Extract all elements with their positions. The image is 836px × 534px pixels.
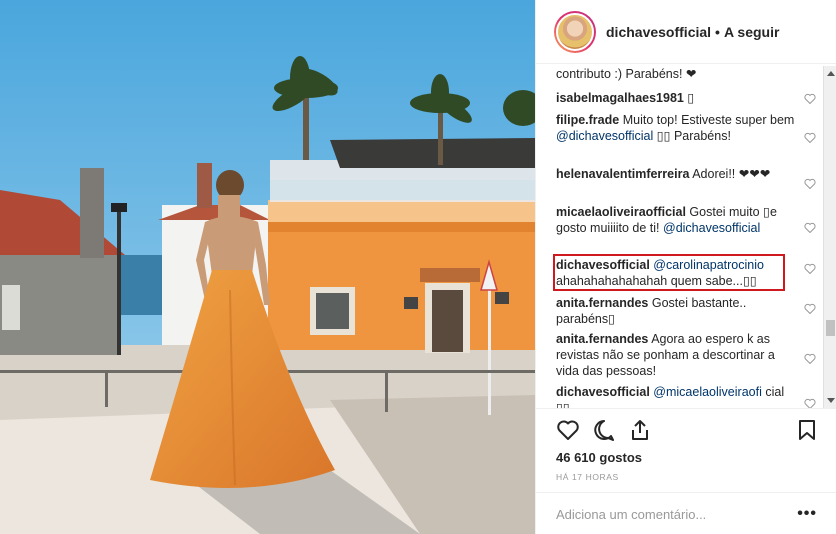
comment-username[interactable]: micaelaoliveiraofficial [556,205,686,219]
comment-text: Adorei!! ❤❤❤ [692,167,771,181]
comment-mention[interactable]: @micaelaoliveiraofi [653,385,762,399]
header-text: dichavesofficial • A seguir [606,24,779,40]
heart-icon[interactable] [556,419,580,441]
comment-text: ▯▯ Parabéns! [656,129,731,143]
comment-username[interactable]: anita.fernandes [556,332,648,346]
comment-text: ▯ [687,91,695,105]
comment-like-icon[interactable] [804,263,816,274]
comment-like-icon[interactable] [804,398,816,408]
scroll-down-arrow-icon[interactable] [827,398,835,403]
comments-list[interactable]: contributo :) Parabéns! ❤ isabelmagalhae… [536,64,821,408]
comment-text: contributo :) Parabéns! ❤ [556,67,697,81]
comment-item: micaelaoliveiraofficial Gostei muito ▯e … [556,204,816,236]
scrollbar-thumb[interactable] [826,320,835,336]
comment-like-icon[interactable] [804,178,816,189]
comment-like-icon[interactable] [804,93,816,104]
comment-item: anita.fernandes Gostei bastante.. parabé… [556,295,816,327]
comment-username[interactable]: helenavalentimferreira [556,167,689,181]
comment-item: isabelmagalhaes1981 ▯ [556,90,816,106]
likes-count[interactable]: 46 610 gostos [556,450,642,465]
follow-button[interactable]: A seguir [724,24,780,40]
comment-like-icon[interactable] [804,222,816,233]
post-timestamp: HÁ 17 HORAS [556,472,619,482]
comment-username[interactable]: isabelmagalhaes1981 [556,91,684,105]
photo-scene [0,0,535,534]
post-actions: 46 610 gostos HÁ 17 HORAS Adiciona um co… [536,408,836,534]
avatar[interactable] [554,10,596,53]
more-options-icon[interactable]: ••• [797,505,817,523]
comment-input[interactable]: Adiciona um comentário... [556,507,706,522]
share-icon[interactable] [629,419,651,441]
comment-item: helenavalentimferreira Adorei!! ❤❤❤ [556,166,816,189]
header-separator: • [715,23,720,40]
add-comment-bar: Adiciona um comentário... ••• [536,492,836,534]
header-username[interactable]: dichavesofficial [606,24,711,40]
post-side-panel: dichavesofficial • A seguir contributo :) … [535,0,836,534]
comment-highlight-box [553,254,785,291]
comment-username[interactable]: dichavesofficial [556,385,650,399]
comment-item: contributo :) Parabéns! ❤ [556,66,796,82]
comment-item: anita.fernandes Agora ao espero k as rev… [556,331,816,379]
comment-like-icon[interactable] [804,353,816,364]
comment-username[interactable]: anita.fernandes [556,296,648,310]
comments-scrollbar[interactable] [823,66,836,408]
comment-mention[interactable]: @dichavesofficial [663,221,760,235]
comment-item: dichavesofficial @micaelaoliveiraofi cia… [556,384,816,408]
scroll-up-arrow-icon[interactable] [827,71,835,76]
post-header: dichavesofficial • A seguir [536,0,836,64]
comment-text: Muito top! Estiveste super bem [622,113,795,127]
bookmark-icon[interactable] [798,419,816,441]
comment-icon[interactable] [592,419,616,441]
comment-like-icon[interactable] [804,303,816,314]
comment-like-icon[interactable] [804,132,816,143]
comment-item: filipe.frade Muito top! Estiveste super … [556,112,816,144]
post-photo[interactable] [0,0,535,534]
comment-mention[interactable]: @dichavesofficial [556,129,653,143]
comment-username[interactable]: filipe.frade [556,113,619,127]
